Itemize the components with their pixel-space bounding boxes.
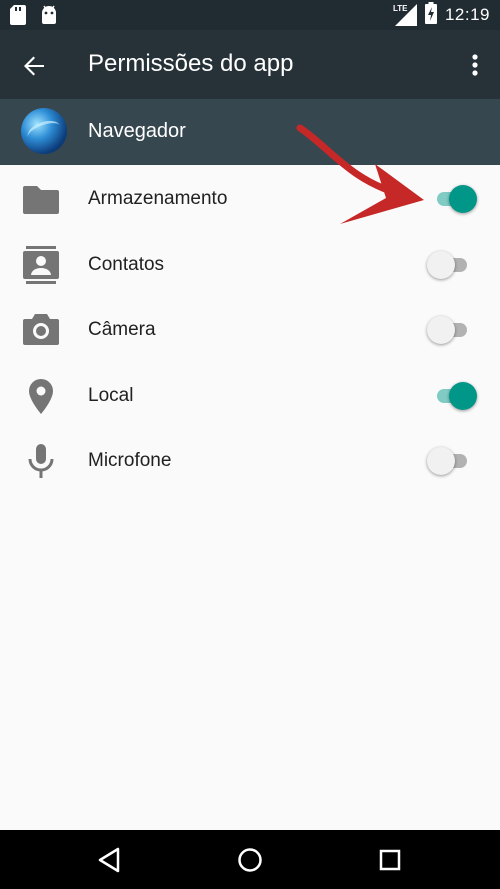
status-bar: LTE 12:19 [0,0,500,30]
permission-label: Local [88,384,134,406]
nav-back-button[interactable] [94,844,126,876]
microphone-icon [22,442,60,480]
contacts-icon [22,245,60,284]
permission-label: Câmera [88,319,156,340]
permission-list: Armazenamento Contatos Câmera Local Micr… [0,165,500,493]
app-header: Navegador [0,99,500,165]
back-button[interactable] [18,50,50,82]
globe-app-icon [21,108,67,154]
toolbar: Permissões do app [0,30,500,99]
permission-toggle-microphone[interactable] [427,447,477,475]
app-permissions-screen: LTE 12:19 Permissões do app Navegador Ar… [0,0,500,889]
permission-row-location[interactable]: Local [0,362,500,428]
permission-toggle-camera[interactable] [427,316,477,344]
battery-charging-icon [424,1,437,29]
permission-toggle-contacts[interactable] [427,250,477,279]
permission-row-storage[interactable]: Armazenamento [0,165,500,231]
nav-home-button[interactable] [234,844,266,876]
more-vert-icon [472,54,478,76]
navigation-bar [0,830,500,889]
permission-label: Contatos [88,253,165,275]
clock: 12:19 [444,5,490,24]
network-type-label: LTE [392,4,408,13]
recents-square-icon [379,849,401,871]
home-circle-icon [238,848,262,872]
permission-row-camera[interactable]: Câmera [0,296,500,362]
permission-label: Microfone [88,450,172,471]
permission-row-contacts[interactable]: Contatos [0,231,500,297]
camera-icon [22,311,60,349]
nav-recents-button[interactable] [374,844,406,876]
back-triangle-icon [98,847,120,873]
signal-icon: LTE [392,4,417,26]
android-icon [40,5,58,30]
folder-icon [22,180,60,218]
location-icon [22,377,60,415]
arrow-back-icon [24,56,44,76]
permission-row-microphone[interactable]: Microfone [0,427,500,493]
page-title: Permissões do app [88,50,294,77]
permission-label: Armazenamento [88,188,228,209]
permission-toggle-storage[interactable] [427,185,477,213]
overflow-menu-button[interactable] [466,48,484,82]
app-name: Navegador [88,120,186,142]
permission-toggle-location[interactable] [427,381,477,410]
sd-card-icon [10,5,26,30]
